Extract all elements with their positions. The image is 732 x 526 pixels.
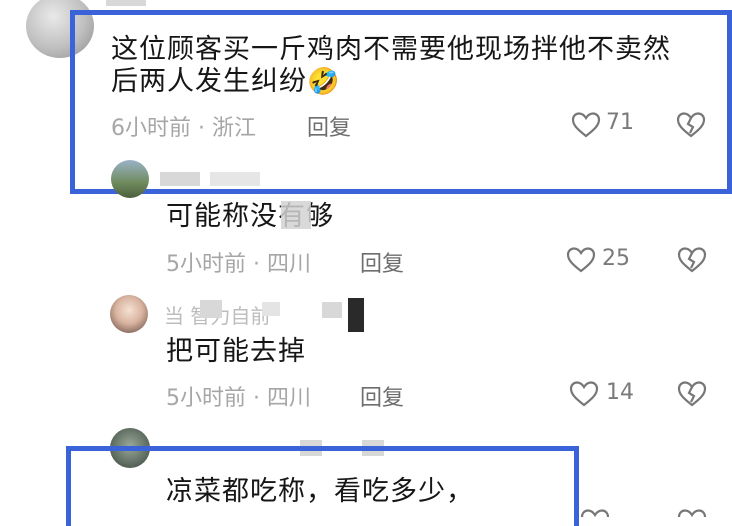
- username-redacted: [348, 298, 364, 332]
- reply-button[interactable]: 回复: [360, 246, 404, 278]
- highlight-frame: [70, 10, 732, 194]
- like-count: 25: [602, 246, 630, 271]
- broken-heart-icon[interactable]: [676, 508, 708, 518]
- like-count: 14: [606, 380, 634, 405]
- comment-meta: 5小时前 · 四川: [166, 386, 311, 411]
- username-redacted: [262, 302, 280, 316]
- avatar[interactable]: [111, 160, 149, 198]
- broken-heart-icon[interactable]: [676, 380, 708, 408]
- username-redacted: [322, 302, 342, 318]
- broken-heart-icon[interactable]: [676, 246, 708, 274]
- avatar[interactable]: [110, 295, 148, 333]
- username-redacted: [106, 0, 146, 6]
- heart-outline-icon[interactable]: [569, 380, 599, 408]
- username-redacted: [210, 172, 260, 186]
- highlight-frame: [66, 446, 579, 526]
- comment-text-line1: 把可能去掉: [166, 336, 306, 367]
- username-redacted: [160, 172, 200, 186]
- heart-outline-icon[interactable]: [566, 246, 596, 274]
- reply-button[interactable]: 回复: [360, 380, 404, 412]
- comment-meta: 5小时前 · 四川: [166, 252, 311, 277]
- username-redacted: [200, 300, 222, 318]
- heart-outline-icon[interactable]: [580, 508, 610, 518]
- text-redacted: [281, 201, 311, 229]
